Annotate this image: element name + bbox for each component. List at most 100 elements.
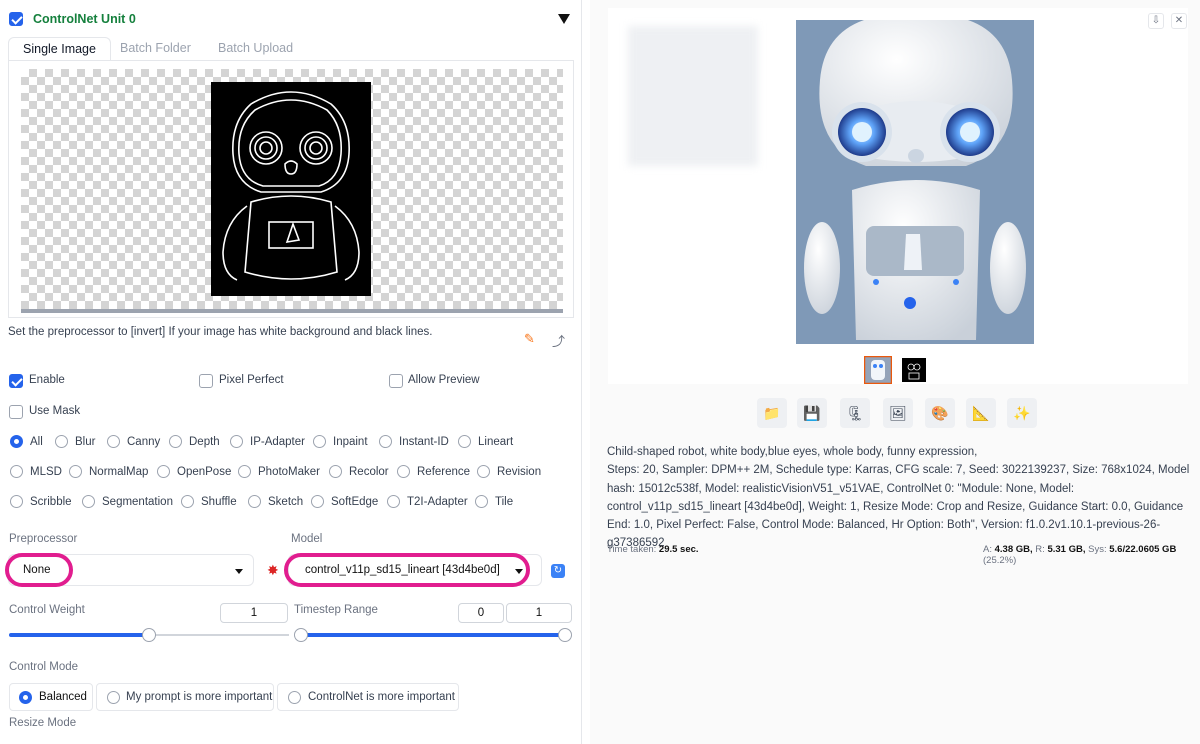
control-type-label: Lineart <box>478 436 514 448</box>
download-icon[interactable]: ⇩ <box>1148 13 1164 29</box>
use-mask-label: Use Mask <box>29 405 81 417</box>
blurred-background <box>628 26 758 166</box>
control-mode-prompt[interactable]: My prompt is more important <box>96 683 274 711</box>
control-type-radio-segmentation[interactable] <box>82 495 95 508</box>
tab-batch-upload[interactable]: Batch Upload <box>204 37 307 61</box>
control-mode-controlnet[interactable]: ControlNet is more important <box>277 683 459 711</box>
collapse-caret-icon[interactable] <box>558 14 570 24</box>
control-type-radio-mlsd[interactable] <box>10 465 23 478</box>
control-type-radio-scribble[interactable] <box>10 495 23 508</box>
control-type-radio-depth[interactable] <box>169 435 182 448</box>
memory-stats: A: 4.38 GB, R: 5.31 GB, Sys: 5.6/22.0605… <box>983 544 1200 566</box>
mem-sys-label: Sys: <box>1088 544 1107 555</box>
zip-icon[interactable]: 🗜 <box>840 398 870 428</box>
edit-icon[interactable]: ✎ <box>524 331 535 347</box>
control-weight-label: Control Weight <box>9 604 85 616</box>
control-type-label: Canny <box>127 436 161 448</box>
control-type-label: Revision <box>497 466 542 478</box>
control-type-radio-t2i-adapter[interactable] <box>387 495 400 508</box>
unit-enable-checkbox[interactable] <box>9 12 23 26</box>
palette-icon[interactable]: 🎨 <box>925 398 955 428</box>
mem-r-value: 5.31 GB, <box>1047 544 1086 555</box>
generated-image[interactable] <box>796 20 1034 344</box>
radio-prompt[interactable] <box>107 691 120 704</box>
control-weight-slider-handle[interactable] <box>142 628 156 642</box>
control-type-radio-all[interactable] <box>10 435 23 448</box>
close-icon[interactable]: ✕ <box>1171 13 1187 29</box>
control-type-radio-canny[interactable] <box>107 435 120 448</box>
control-type-label: Tile <box>495 496 514 508</box>
enable-label: Enable <box>29 374 65 386</box>
folder-icon[interactable]: 📁 <box>757 398 787 428</box>
control-type-radio-lineart[interactable] <box>458 435 471 448</box>
timestep-range-fill[interactable] <box>301 633 565 637</box>
control-type-radio-blur[interactable] <box>55 435 68 448</box>
use-mask-checkbox[interactable] <box>9 405 23 419</box>
image-upload-area[interactable] <box>8 60 574 318</box>
timestep-end-handle[interactable] <box>558 628 572 642</box>
control-type-label: SoftEdge <box>331 496 379 508</box>
control-weight-track[interactable] <box>149 634 289 636</box>
result-gallery: ⇩ ✕ <box>608 8 1188 384</box>
control-mode-balanced[interactable]: Balanced <box>9 683 93 711</box>
allow-preview-label: Allow Preview <box>408 374 480 386</box>
control-type-label: Sketch <box>268 496 304 508</box>
mem-pct: (25.2%) <box>983 555 1017 566</box>
control-type-radio-revision[interactable] <box>477 465 490 478</box>
control-type-label: IP-Adapter <box>250 436 305 448</box>
tab-batch-folder[interactable]: Batch Folder <box>106 37 205 61</box>
refresh-icon[interactable]: ↻ <box>551 564 565 578</box>
highlight-ring <box>5 553 73 587</box>
ruler-icon[interactable]: 📐 <box>966 398 996 428</box>
control-type-label: Instant-ID <box>399 436 449 448</box>
control-type-radio-photomaker[interactable] <box>238 465 251 478</box>
image-canvas[interactable] <box>21 69 563 309</box>
control-type-radio-shuffle[interactable] <box>181 495 194 508</box>
timestep-start-input[interactable]: 0 <box>458 603 504 623</box>
control-type-radio-instant-id[interactable] <box>379 435 392 448</box>
control-type-radio-ip-adapter[interactable] <box>230 435 243 448</box>
control-type-label: Reference <box>417 466 471 478</box>
control-type-label: Scribble <box>30 496 72 508</box>
control-type-label: Depth <box>189 436 220 448</box>
mode-label: Balanced <box>39 691 87 703</box>
thumbnail-lineart[interactable] <box>900 356 928 384</box>
highlight-ring <box>284 553 530 587</box>
image-icon[interactable]: 🖼 <box>883 398 913 428</box>
unit-header[interactable]: ControlNet Unit 0 <box>8 10 574 30</box>
save-icon[interactable]: 💾 <box>797 398 827 428</box>
control-type-radio-recolor[interactable] <box>329 465 342 478</box>
canvas-scrollbar[interactable] <box>21 309 563 313</box>
control-type-radio-softedge[interactable] <box>311 495 324 508</box>
run-preprocessor-icon[interactable]: ✸ <box>267 562 279 579</box>
resize-mode-label: Resize Mode <box>9 717 77 729</box>
control-weight-input[interactable]: 1 <box>220 603 288 623</box>
send-dimensions-icon[interactable]: ⤴ <box>552 331 565 350</box>
enable-checkbox[interactable] <box>9 374 23 388</box>
radio-controlnet[interactable] <box>288 691 301 704</box>
control-type-radio-tile[interactable] <box>475 495 488 508</box>
pixel-perfect-label: Pixel Perfect <box>219 374 284 386</box>
timestep-start-handle[interactable] <box>294 628 308 642</box>
control-type-radio-reference[interactable] <box>397 465 410 478</box>
control-type-label: All <box>30 436 43 448</box>
radio-balanced[interactable] <box>19 691 32 704</box>
timestep-end-input[interactable]: 1 <box>506 603 572 623</box>
sparkle-icon[interactable]: ✨ <box>1007 398 1037 428</box>
control-type-label: Inpaint <box>333 436 368 448</box>
allow-preview-checkbox[interactable] <box>389 374 403 388</box>
control-type-radio-openpose[interactable] <box>157 465 170 478</box>
pixel-perfect-checkbox[interactable] <box>199 374 213 388</box>
tab-single-image[interactable]: Single Image <box>8 37 111 61</box>
control-type-radio-normalmap[interactable] <box>69 465 82 478</box>
control-type-radio-inpaint[interactable] <box>313 435 326 448</box>
control-type-radio-sketch[interactable] <box>248 495 261 508</box>
preprocessor-label: Preprocessor <box>9 533 78 545</box>
unit-title: ControlNet Unit 0 <box>33 12 136 26</box>
params-text: Steps: 20, Sampler: DPM++ 2M, Schedule t… <box>607 464 1190 550</box>
control-type-label: NormalMap <box>89 466 149 478</box>
generation-info: Child-shaped robot, white body,blue eyes… <box>607 443 1192 553</box>
control-type-label: Shuffle <box>201 496 237 508</box>
thumbnail-result[interactable] <box>864 356 892 384</box>
control-type-label: MLSD <box>30 466 62 478</box>
